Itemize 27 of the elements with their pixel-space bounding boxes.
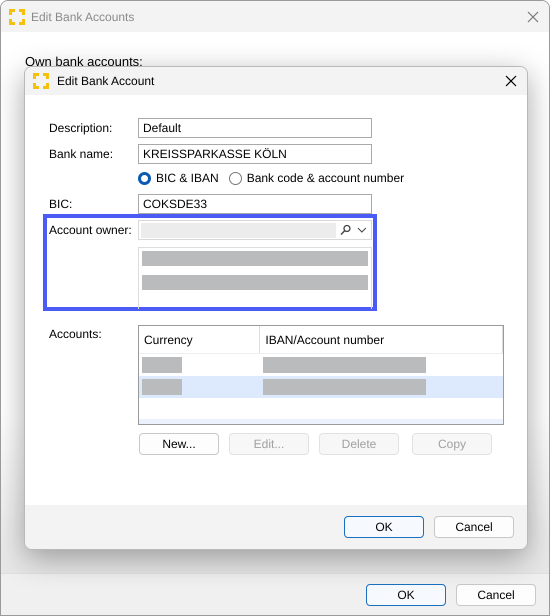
input-field[interactable]: COKSDE33 [138,194,372,214]
app-logo-icon [33,73,49,89]
field-label: BIC: [49,197,74,211]
field-label: Account owner: [49,223,133,237]
window-title: Edit Bank Accounts [31,10,136,24]
cancel-button[interactable]: Cancel [456,584,536,606]
radio-option[interactable]: BIC & IBAN [138,171,219,185]
ok-button[interactable]: OK [344,516,424,538]
field-label: Bank name: [49,147,114,161]
dialog-title: Edit Bank Account [57,74,156,88]
field-label: Accounts: [49,327,103,343]
ok-button[interactable]: OK [366,584,446,606]
action-button[interactable]: New... [139,433,219,455]
input-field[interactable]: Default [138,118,372,138]
close-icon[interactable] [505,75,517,87]
redacted-bar [142,379,182,395]
cancel-button[interactable]: Cancel [434,516,514,538]
app-logo-icon [9,8,25,24]
search-icon[interactable] [340,224,351,235]
chevron-down-icon[interactable] [358,228,367,233]
field-label: Description: [49,121,114,135]
redacted-bar [142,357,182,373]
column-header[interactable]: Currency [139,326,260,353]
radio-option[interactable]: Bank code & account number [228,171,404,185]
input-field[interactable]: KREISSPARKASSE KÖLN [138,144,372,164]
column-header[interactable]: IBAN/Account number [260,326,503,353]
section-label: Own bank accounts: [25,54,143,69]
